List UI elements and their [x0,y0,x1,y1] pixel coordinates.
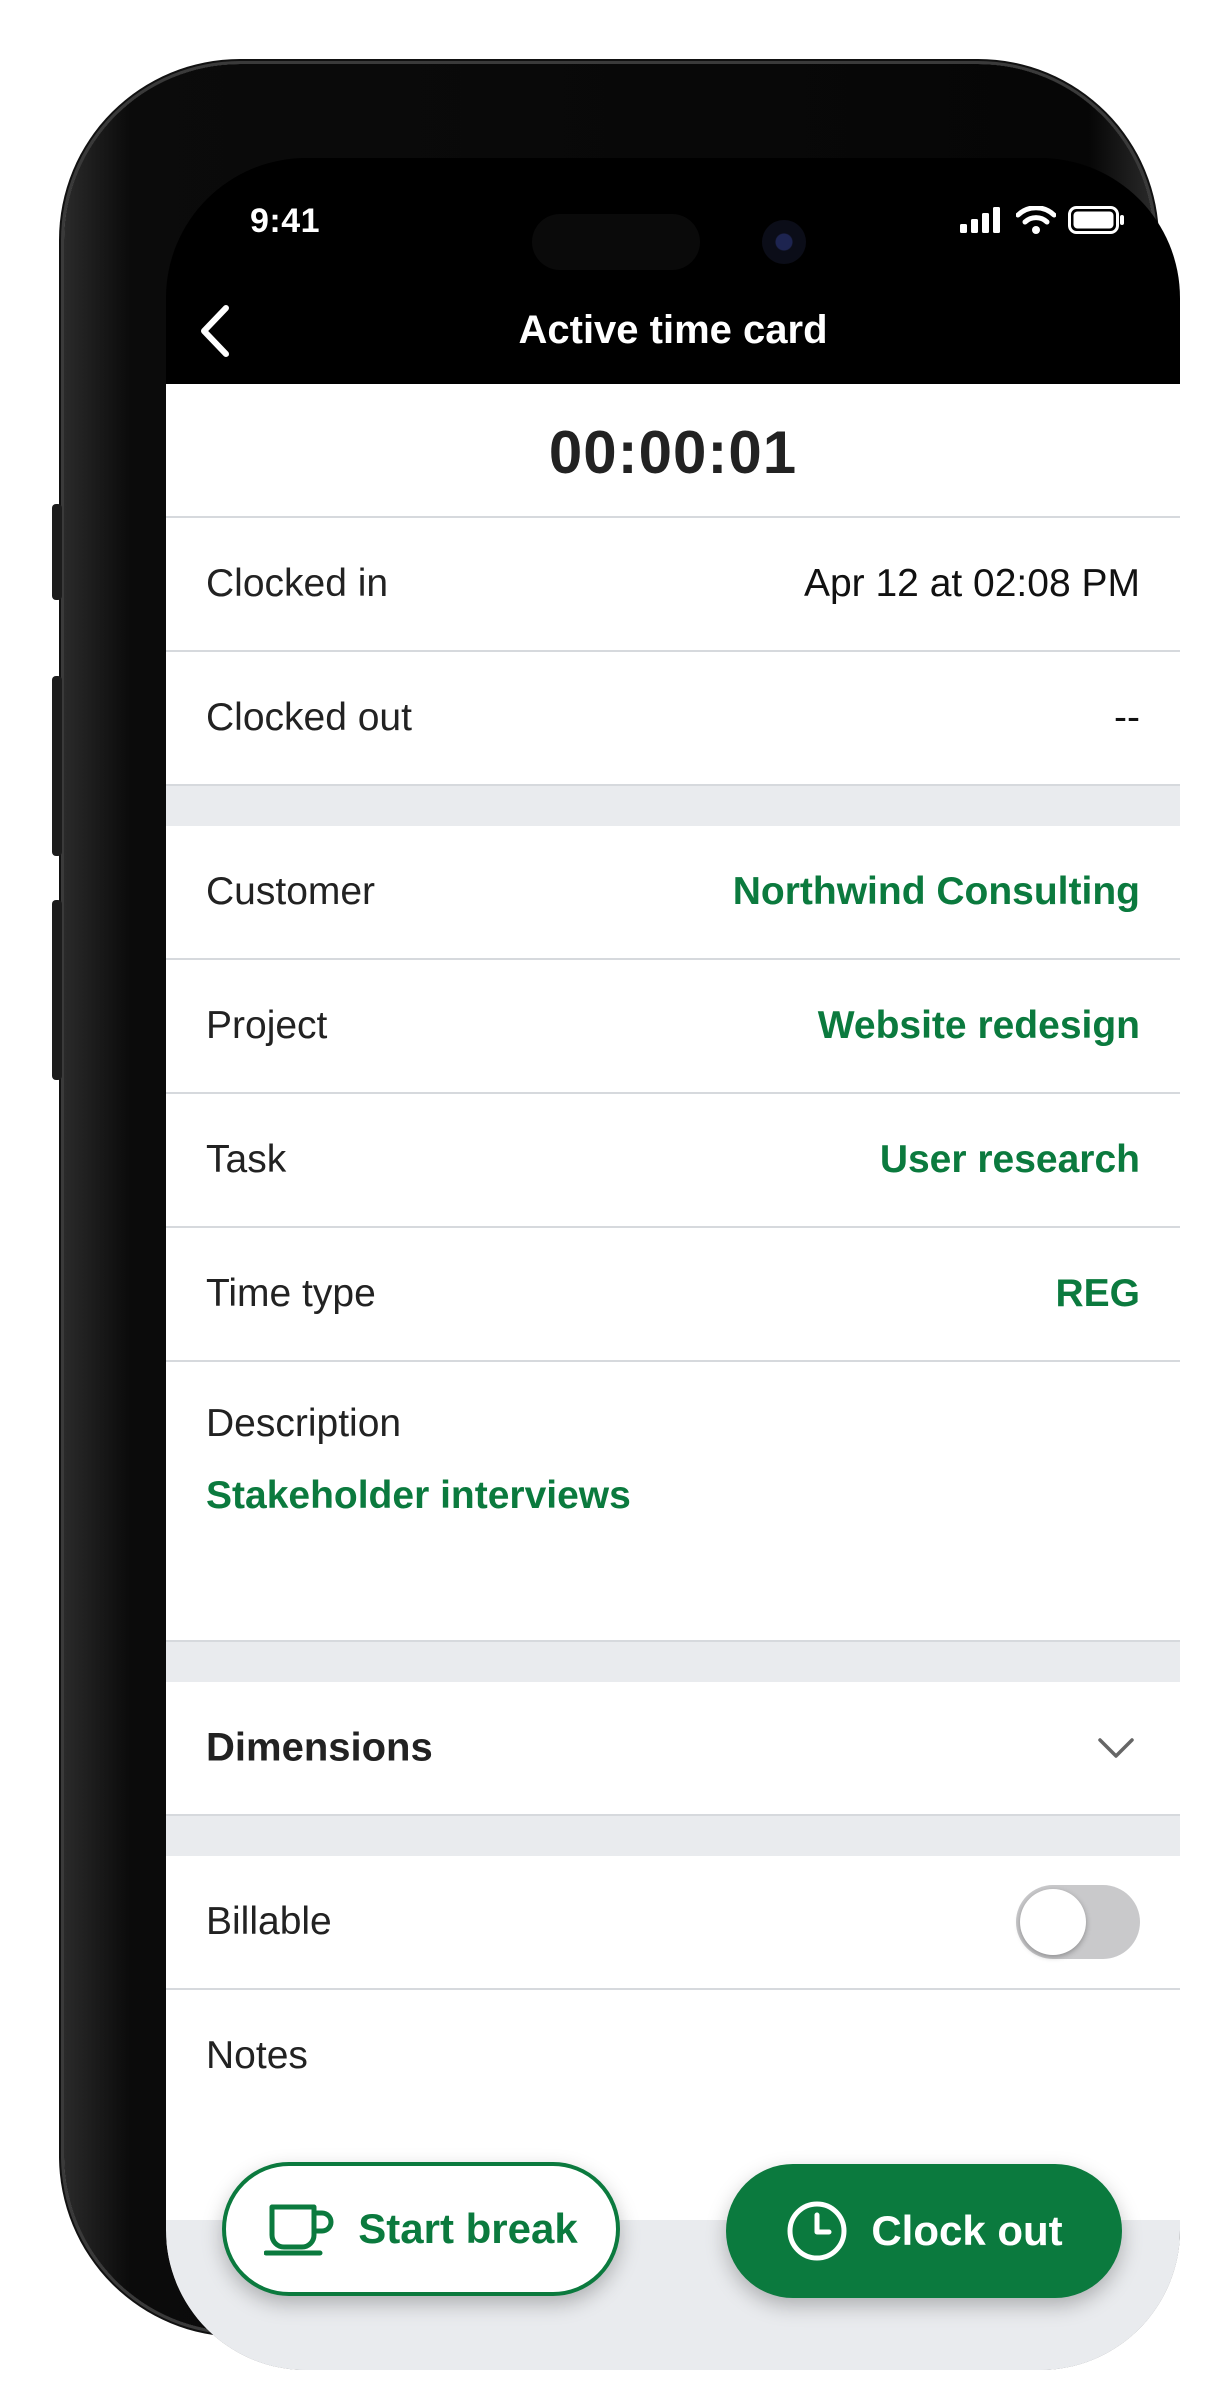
status-time: 9:41 [250,202,321,240]
chevron-down-icon[interactable] [1096,1735,1136,1761]
time-type-label: Time type [206,1272,376,1315]
camera-icon [762,220,806,264]
description-value[interactable]: Stakeholder interviews [206,1474,631,1518]
battery-icon [1068,206,1124,234]
task-label: Task [206,1138,287,1181]
project-row[interactable]: Project Website redesign [166,960,1180,1094]
clock-icon [787,2201,847,2261]
dimensions-section[interactable]: Dimensions [166,1682,1180,1816]
description-row[interactable]: Description Stakeholder interviews [166,1362,1180,1642]
volume-up-button [52,676,62,856]
cellular-signal-icon [960,207,1000,233]
time-type-value[interactable]: REG [1055,1272,1140,1316]
clocked-in-row: Clocked in Apr 12 at 02:08 PM [166,518,1180,652]
start-break-label: Start break [358,2205,578,2252]
task-row[interactable]: Task User research [166,1094,1180,1228]
page-title: Active time card [518,308,828,352]
customer-label: Customer [206,870,376,913]
project-label: Project [206,1004,328,1047]
wifi-icon [1016,206,1056,234]
phone-frame: 9:41 Active time card 00:00:01 Clocked i… [52,64,1180,2370]
notes-label: Notes [206,2034,308,2077]
customer-value[interactable]: Northwind Consulting [733,870,1140,914]
billable-row: Billable [166,1856,1180,1990]
description-label: Description [206,1402,402,1445]
billable-toggle[interactable] [1016,1885,1140,1959]
billable-label: Billable [206,1900,332,1943]
clock-out-label: Clock out [871,2207,1063,2254]
customer-row[interactable]: Customer Northwind Consulting [166,826,1180,960]
toggle-knob [1020,1889,1086,1955]
clocked-in-value: Apr 12 at 02:08 PM [803,562,1140,605]
timer-row: 00:00:01 [166,384,1180,518]
status-icons [960,206,1126,234]
dynamic-island [532,214,700,270]
dimensions-title: Dimensions [206,1725,433,1770]
time-card-content: 00:00:01 Clocked in Apr 12 at 02:08 PM C… [166,384,1180,2370]
start-break-button[interactable]: Start break [222,2162,620,2296]
coffee-cup-icon [264,2204,334,2256]
task-value[interactable]: User research [880,1138,1140,1182]
project-value[interactable]: Website redesign [818,1004,1140,1048]
screen: 9:41 Active time card 00:00:01 Clocked i… [166,158,1180,2370]
clocked-out-value: -- [1114,696,1140,739]
time-type-row[interactable]: Time type REG [166,1228,1180,1362]
clock-out-button[interactable]: Clock out [726,2164,1122,2298]
clocked-out-label: Clocked out [206,696,412,739]
clocked-in-label: Clocked in [206,562,389,605]
clocked-out-row: Clocked out -- [166,652,1180,786]
action-button [52,504,62,600]
elapsed-timer: 00:00:01 [548,419,798,486]
volume-down-button [52,900,62,1080]
